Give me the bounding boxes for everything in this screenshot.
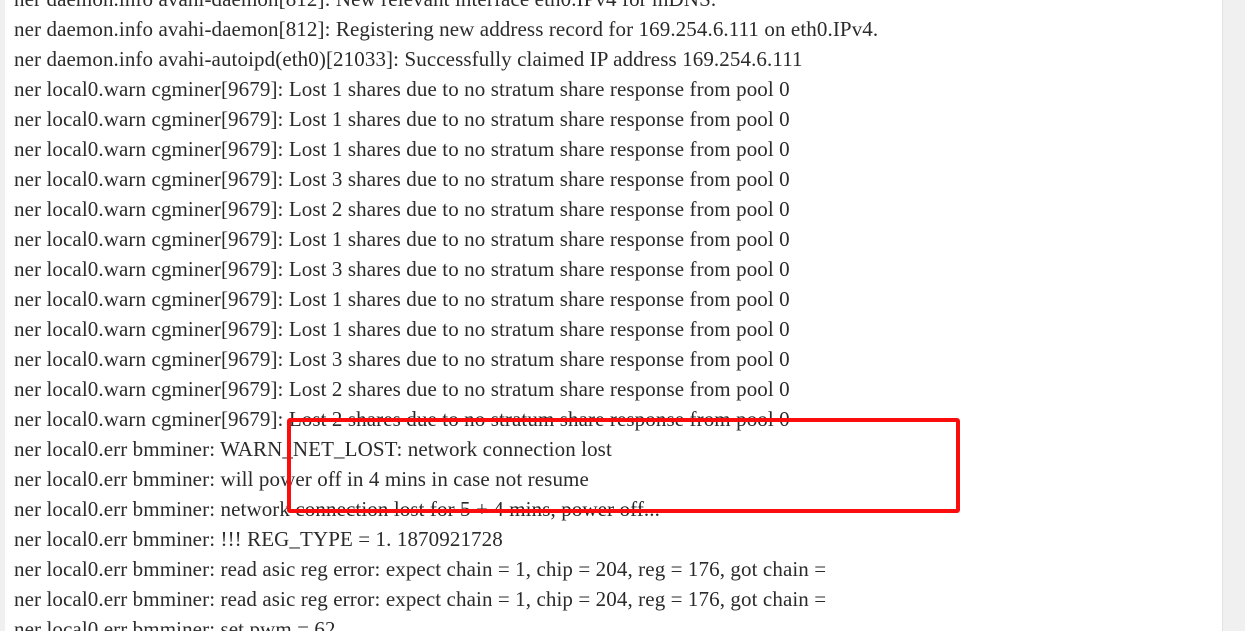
log-line-list: ner daemon.info avahi-daemon[812]: New r… [5, 0, 1222, 631]
log-line: ner local0.warn cgminer[9679]: Lost 1 sh… [14, 107, 790, 131]
log-line: ner local0.warn cgminer[9679]: Lost 2 sh… [14, 407, 790, 431]
log-line: ner local0.warn cgminer[9679]: Lost 3 sh… [14, 347, 790, 371]
log-line: ner local0.warn cgminer[9679]: Lost 2 sh… [14, 197, 790, 221]
log-line: ner local0.err bmminer: read asic reg er… [14, 587, 827, 611]
log-line: ner local0.warn cgminer[9679]: Lost 1 sh… [14, 287, 790, 311]
log-line: ner local0.warn cgminer[9679]: Lost 3 sh… [14, 257, 790, 281]
log-line: ner local0.err bmminer: will power off i… [14, 467, 589, 491]
log-line: ner daemon.info avahi-daemon[812]: Regis… [14, 17, 879, 41]
log-line: ner local0.err bmminer: set pwm = 62 [14, 617, 336, 631]
log-line: ner local0.err bmminer: read asic reg er… [14, 557, 827, 581]
log-viewer[interactable]: ner daemon.info avahi-daemon[812]: New r… [0, 0, 1245, 631]
log-line: ner local0.err bmminer: network connecti… [14, 497, 660, 521]
log-line: ner local0.err bmminer: !!! REG_TYPE = 1… [14, 527, 503, 551]
log-line: ner local0.err bmminer: WARN_NET_LOST: n… [14, 437, 612, 461]
log-line: ner local0.warn cgminer[9679]: Lost 1 sh… [14, 317, 790, 341]
log-line: ner local0.warn cgminer[9679]: Lost 1 sh… [14, 137, 790, 161]
log-line: ner local0.warn cgminer[9679]: Lost 2 sh… [14, 377, 790, 401]
log-line: ner daemon.info avahi-daemon[812]: New r… [5, 0, 1222, 14]
right-gutter [1222, 0, 1245, 631]
log-text-area[interactable]: ner daemon.info avahi-daemon[812]: New r… [5, 0, 1222, 631]
log-line: ner daemon.info avahi-autoipd(eth0)[2103… [14, 47, 803, 71]
log-line: ner local0.warn cgminer[9679]: Lost 1 sh… [14, 77, 790, 101]
log-line: ner local0.warn cgminer[9679]: Lost 1 sh… [14, 227, 790, 251]
log-line: ner local0.warn cgminer[9679]: Lost 3 sh… [14, 167, 790, 191]
